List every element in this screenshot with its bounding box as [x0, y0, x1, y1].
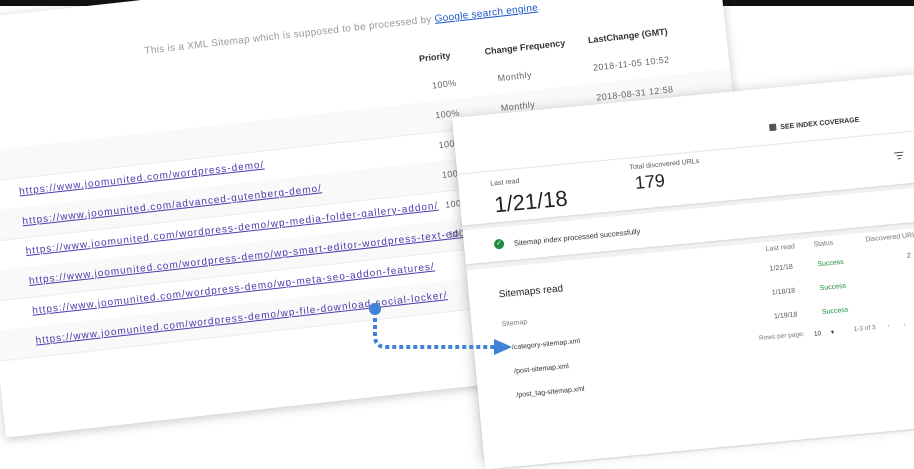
arrow-start-dot	[369, 303, 381, 315]
arrow-annotation	[369, 303, 512, 355]
arrow-dotted-line	[373, 318, 494, 349]
arrow-head-icon	[494, 339, 512, 355]
